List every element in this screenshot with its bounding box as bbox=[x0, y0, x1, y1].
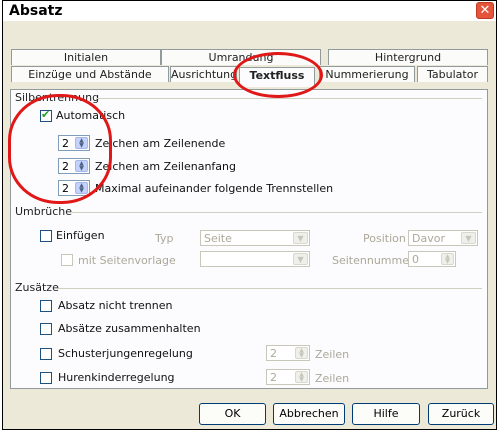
position-label: Position bbox=[363, 232, 406, 245]
tab-hintergrund[interactable]: Hintergrund bbox=[328, 49, 488, 65]
chevron-down-icon[interactable]: ▼ bbox=[461, 232, 476, 244]
spinner-value: 2 bbox=[270, 347, 277, 360]
tab-nummerierung[interactable]: Nummerierung bbox=[319, 66, 415, 82]
hilfe-button[interactable]: Hilfe bbox=[352, 403, 420, 425]
divider bbox=[72, 212, 482, 213]
tab-einzuege-und-abstaende[interactable]: Einzüge und Abstände bbox=[11, 66, 169, 82]
schusterjungen-checkbox[interactable] bbox=[40, 348, 52, 360]
hurenkinder-label[interactable]: Hurenkinderregelung bbox=[58, 371, 175, 384]
annotation-ring-tab bbox=[233, 52, 323, 98]
chevron-down-icon[interactable]: ▼ bbox=[293, 232, 308, 244]
typ-value: Seite bbox=[204, 232, 232, 245]
tab-tabulator[interactable]: Tabulator bbox=[417, 66, 488, 82]
spinner-arrows-icon[interactable]: ▲ ▼ bbox=[441, 253, 454, 265]
seitenvorlage-select[interactable]: ▼ bbox=[200, 251, 310, 267]
absatz-nicht-trennen-label[interactable]: Absatz nicht trennen bbox=[58, 299, 172, 312]
position-value: Davor bbox=[412, 232, 445, 245]
zeilen-label: Zeilen bbox=[315, 372, 350, 385]
divider bbox=[58, 288, 482, 289]
section-umbrueche: Umbrüche bbox=[15, 205, 73, 218]
tab-ausrichtung[interactable]: Ausrichtung bbox=[170, 66, 237, 82]
spinner-arrows-icon[interactable]: ▲ ▼ bbox=[295, 347, 308, 359]
window-title: Absatz bbox=[9, 3, 63, 19]
zeilen-label: Zeilen bbox=[315, 348, 350, 361]
absaetze-zusammenhalten-label[interactable]: Absätze zusammenhalten bbox=[58, 322, 201, 335]
zeilenanfang-label: Zeichen am Zeilenanfang bbox=[95, 160, 237, 173]
typ-select[interactable]: Seite ▼ bbox=[200, 230, 310, 246]
close-button[interactable]: ✕ bbox=[476, 2, 494, 19]
position-select[interactable]: Davor ▼ bbox=[408, 230, 478, 246]
seitennummer-spinner[interactable]: 0 ▲ ▼ bbox=[408, 251, 456, 267]
einfuegen-label[interactable]: Einfügen bbox=[56, 229, 105, 242]
schusterjungen-spinner[interactable]: 2 ▲ ▼ bbox=[266, 345, 310, 361]
zeilenende-label: Zeichen am Zeilenende bbox=[95, 137, 226, 150]
zurueck-button[interactable]: Zurück bbox=[428, 403, 494, 425]
ok-button[interactable]: OK bbox=[199, 403, 266, 425]
einfuegen-checkbox[interactable] bbox=[40, 230, 52, 242]
absatz-nicht-trennen-checkbox[interactable] bbox=[40, 300, 52, 312]
absaetze-zusammenhalten-checkbox[interactable] bbox=[40, 323, 52, 335]
seitennummer-label: Seitennummer bbox=[332, 254, 414, 267]
trennstellen-label: Maximal aufeinander folgende Trennstelle… bbox=[95, 182, 334, 195]
close-icon[interactable]: ✕ bbox=[480, 3, 491, 18]
chevron-down-icon[interactable]: ▼ bbox=[293, 253, 308, 265]
annotation-ring-silbentrennung bbox=[8, 94, 112, 204]
divider bbox=[96, 98, 482, 99]
section-zusaetze: Zusätze bbox=[15, 281, 59, 294]
hurenkinder-spinner[interactable]: 2 ▲ ▼ bbox=[266, 369, 310, 385]
mit-seitenvorlage-label: mit Seitenvorlage bbox=[78, 254, 176, 267]
schusterjungen-label[interactable]: Schusterjungenregelung bbox=[58, 347, 193, 360]
spinner-value: 2 bbox=[270, 371, 277, 384]
mit-seitenvorlage-checkbox[interactable] bbox=[61, 254, 73, 266]
abbrechen-button[interactable]: Abbrechen bbox=[273, 403, 345, 425]
typ-label: Typ bbox=[155, 232, 174, 245]
title-bar: Absatz ✕ bbox=[3, 1, 496, 21]
tab-initialen[interactable]: Initialen bbox=[11, 49, 161, 65]
hurenkinder-checkbox[interactable] bbox=[40, 372, 52, 384]
spinner-value: 0 bbox=[412, 253, 419, 266]
spinner-arrows-icon[interactable]: ▲ ▼ bbox=[295, 371, 308, 383]
